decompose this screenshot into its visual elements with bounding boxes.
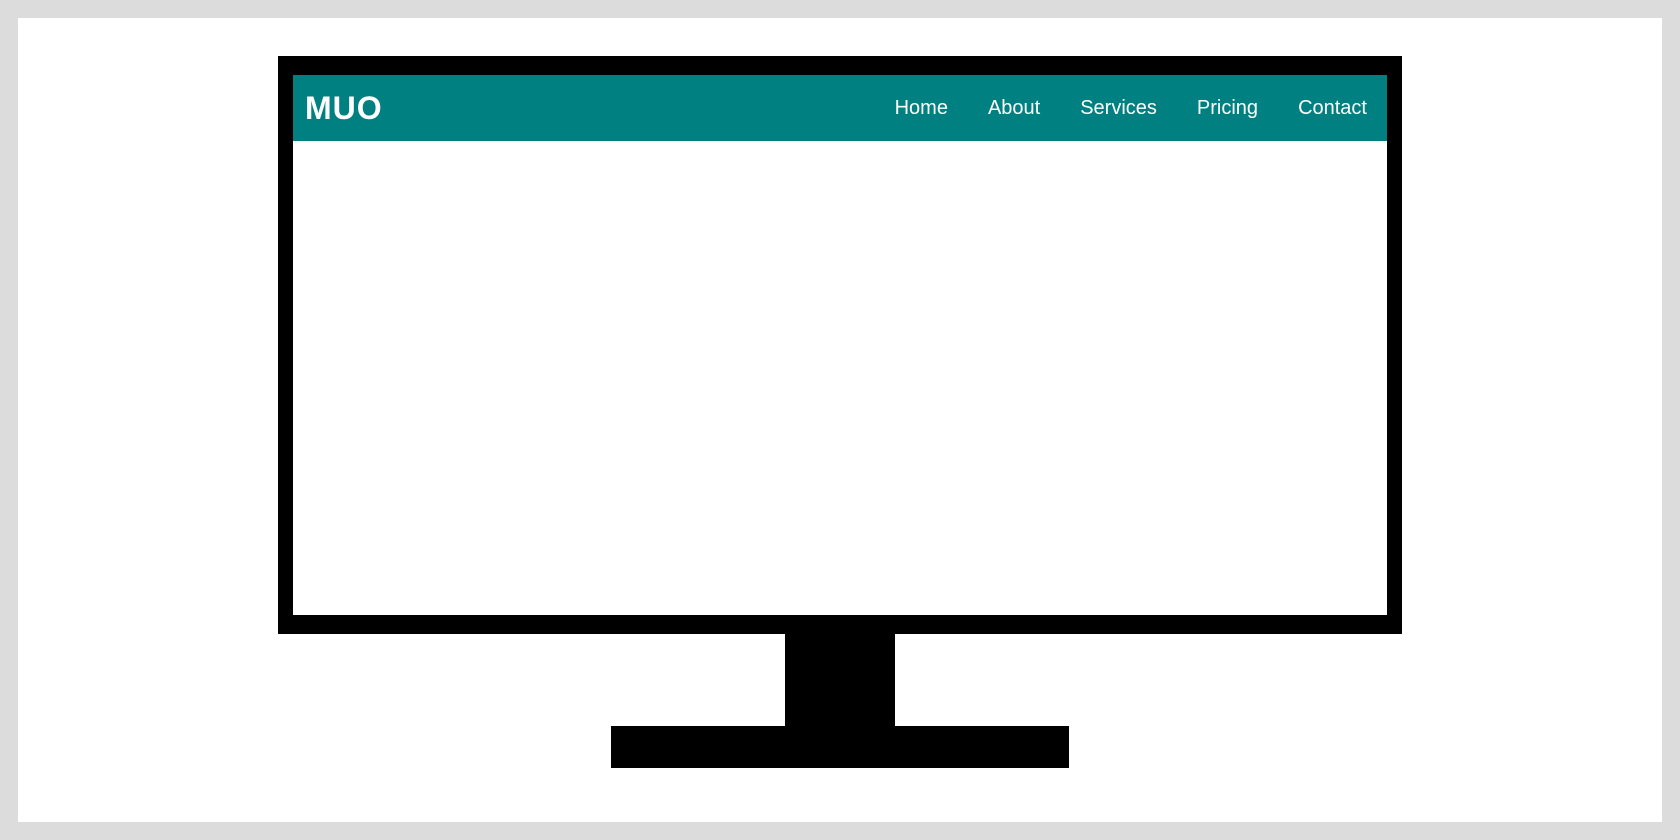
- nav-link-pricing[interactable]: Pricing: [1197, 97, 1258, 120]
- brand-logo[interactable]: MUO: [305, 90, 383, 127]
- monitor: MUO Home About Services Pricing Contact: [278, 56, 1402, 768]
- monitor-stand-neck: [785, 634, 895, 726]
- nav-link-services[interactable]: Services: [1080, 97, 1157, 120]
- monitor-bezel: MUO Home About Services Pricing Contact: [278, 56, 1402, 634]
- monitor-screen: MUO Home About Services Pricing Contact: [293, 75, 1387, 615]
- nav-link-home[interactable]: Home: [895, 97, 948, 120]
- nav-links: Home About Services Pricing Contact: [895, 97, 1367, 120]
- nav-link-about[interactable]: About: [988, 97, 1040, 120]
- monitor-stand-base: [611, 726, 1069, 768]
- nav-link-contact[interactable]: Contact: [1298, 97, 1367, 120]
- page-canvas: MUO Home About Services Pricing Contact: [18, 18, 1662, 822]
- navbar: MUO Home About Services Pricing Contact: [293, 75, 1387, 141]
